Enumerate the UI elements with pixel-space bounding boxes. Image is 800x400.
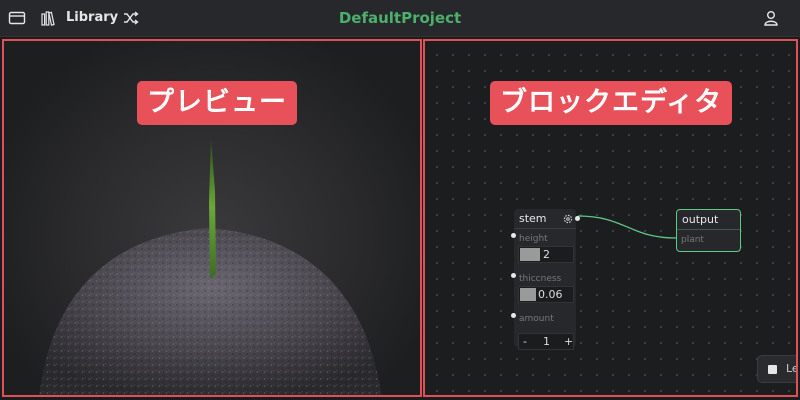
corner-toggle[interactable]: Le xyxy=(757,355,798,383)
preview-annotation: プレビュー xyxy=(137,81,297,125)
thickness-value: 0.06 xyxy=(538,288,563,301)
height-label: height xyxy=(519,234,548,244)
gear-icon[interactable] xyxy=(562,213,574,225)
amount-label: amount xyxy=(519,314,554,324)
thickness-slider-fill[interactable] xyxy=(520,288,536,301)
checkbox[interactable] xyxy=(768,365,777,374)
amount-input-port[interactable] xyxy=(511,313,516,318)
thickness-field[interactable]: 0.06 xyxy=(518,286,574,303)
top-bar: Library DefaultProject xyxy=(0,0,800,37)
amount-value: 1 xyxy=(543,335,550,348)
project-title: DefaultProject xyxy=(338,9,462,27)
preview-panel[interactable]: プレビュー xyxy=(2,39,422,397)
editor-annotation: ブロックエディタ xyxy=(490,81,733,125)
amount-increment-button[interactable]: + xyxy=(564,335,573,348)
amount-decrement-button[interactable]: - xyxy=(523,335,527,348)
height-slider-fill[interactable] xyxy=(520,248,540,261)
user-icon[interactable] xyxy=(762,9,780,27)
amount-stepper[interactable]: - 1 + xyxy=(518,333,574,350)
thickness-label: thiccness xyxy=(519,274,562,284)
height-input-port[interactable] xyxy=(511,233,516,238)
thickness-input-port[interactable] xyxy=(511,273,516,278)
stem-node-title: stem xyxy=(519,212,547,225)
block-editor-panel[interactable]: ブロックエディタ stem height 2 thiccness 0.06 am… xyxy=(423,39,798,397)
stem-output-port[interactable] xyxy=(575,216,580,221)
height-field[interactable]: 2 xyxy=(518,246,574,263)
grass-stem xyxy=(209,138,216,279)
output-node-header[interactable]: output xyxy=(677,210,740,230)
height-value: 2 xyxy=(543,248,550,261)
plant-input-label: plant xyxy=(681,235,704,245)
output-node-title: output xyxy=(682,213,719,226)
output-node[interactable]: output plant xyxy=(676,209,741,252)
stem-node[interactable]: stem height 2 thiccness 0.06 amount - 1 … xyxy=(511,209,580,350)
corner-toggle-label: Le xyxy=(786,362,798,375)
